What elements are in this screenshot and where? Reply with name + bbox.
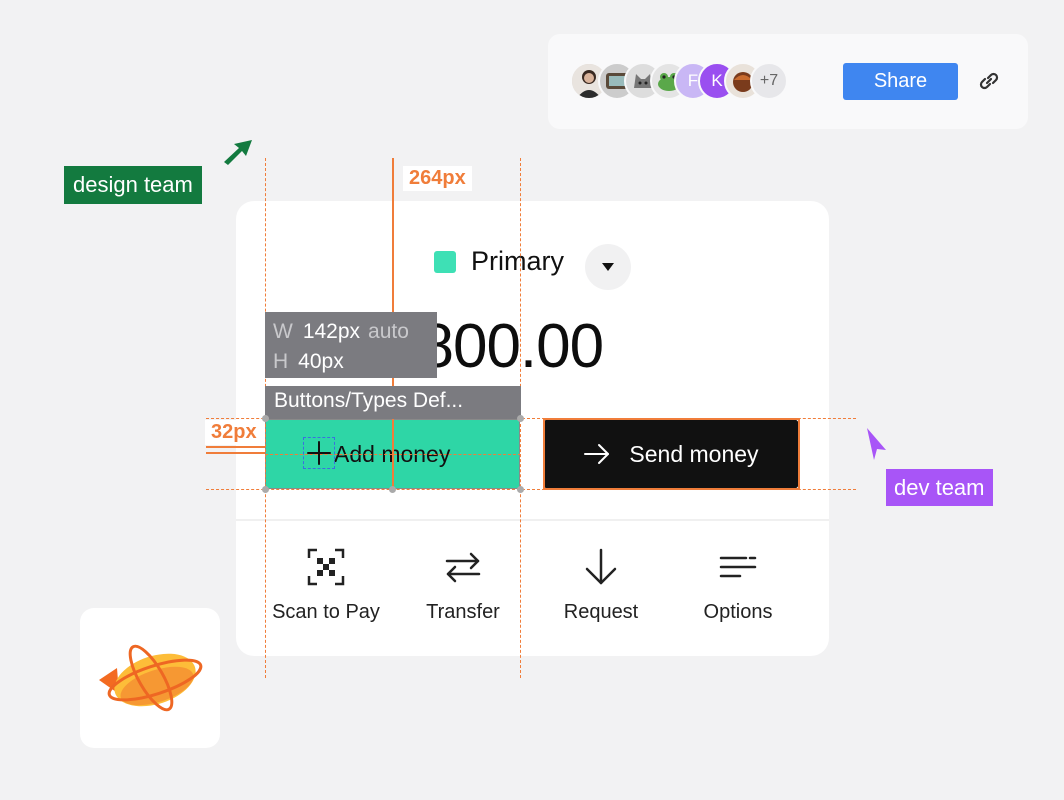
card-divider bbox=[236, 519, 829, 521]
link-icon[interactable] bbox=[976, 70, 1002, 92]
action-scan-to-pay[interactable]: Scan to Pay bbox=[261, 547, 391, 624]
action-options[interactable]: Options bbox=[673, 547, 803, 624]
action-label: Transfer bbox=[426, 601, 500, 623]
qr-scan-icon bbox=[307, 548, 345, 586]
action-label: Options bbox=[703, 601, 773, 623]
account-selector[interactable]: Primary bbox=[434, 246, 564, 277]
account-color-swatch bbox=[434, 250, 456, 273]
share-button[interactable]: Share bbox=[843, 63, 958, 100]
resize-handle[interactable] bbox=[517, 486, 524, 493]
account-dropdown-button[interactable] bbox=[585, 244, 631, 290]
dev-team-cursor-tag: dev team bbox=[886, 469, 993, 506]
plus-icon bbox=[303, 437, 335, 469]
more-collaborators-badge[interactable]: +7 bbox=[750, 62, 788, 100]
action-label: Scan to Pay bbox=[272, 601, 380, 623]
dev-cursor-pointer-icon bbox=[867, 428, 886, 460]
collaboration-panel: F K +7 Share bbox=[548, 34, 1028, 129]
transfer-arrows-icon bbox=[445, 552, 481, 583]
action-label: Request bbox=[563, 601, 639, 623]
dimension-tooltip: W 142px auto H 40px bbox=[265, 312, 437, 378]
zeplin-logo bbox=[80, 608, 220, 748]
design-team-cursor-tag: design team bbox=[64, 166, 202, 204]
arrow-down-icon bbox=[585, 548, 617, 585]
account-name: Primary bbox=[471, 246, 564, 276]
resize-handle[interactable] bbox=[262, 486, 269, 493]
resize-handle[interactable] bbox=[389, 486, 396, 493]
caret-down-icon bbox=[602, 263, 614, 271]
component-name-tag: Buttons/Types Def... bbox=[265, 386, 521, 419]
resize-handle[interactable] bbox=[262, 415, 269, 422]
padding-measure-bracket bbox=[206, 446, 265, 454]
options-lines-icon bbox=[719, 556, 757, 578]
width-measure-label: 264px bbox=[403, 166, 472, 191]
padding-measure-label: 32px bbox=[205, 420, 263, 445]
action-request[interactable]: Request bbox=[536, 547, 666, 624]
resize-handle[interactable] bbox=[517, 415, 524, 422]
send-money-selection-outline bbox=[543, 418, 800, 490]
action-transfer[interactable]: Transfer bbox=[398, 547, 528, 624]
design-cursor-arrow-icon bbox=[224, 140, 252, 165]
zeppelin-icon bbox=[99, 644, 203, 712]
